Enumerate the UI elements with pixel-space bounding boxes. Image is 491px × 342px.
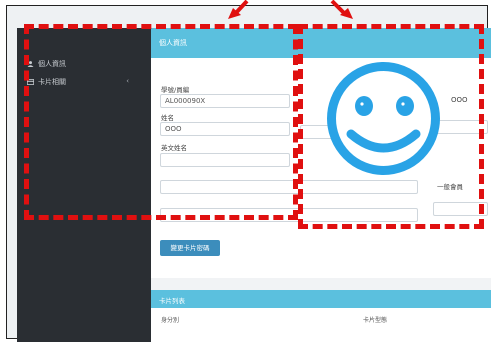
- annotation-box-left: [24, 24, 298, 220]
- card-list-header: [151, 290, 491, 308]
- column-identity: 身分別: [161, 317, 180, 324]
- change-card-password-button[interactable]: 變更卡片密碼: [160, 240, 220, 256]
- smiley-face-icon: [327, 62, 440, 175]
- card-list-body: [151, 308, 491, 342]
- arrow-icon: [228, 0, 249, 19]
- column-card-type: 卡片型態: [363, 317, 388, 324]
- arrow-icon: [330, 0, 353, 19]
- card-list-title: 卡片列表: [159, 297, 185, 305]
